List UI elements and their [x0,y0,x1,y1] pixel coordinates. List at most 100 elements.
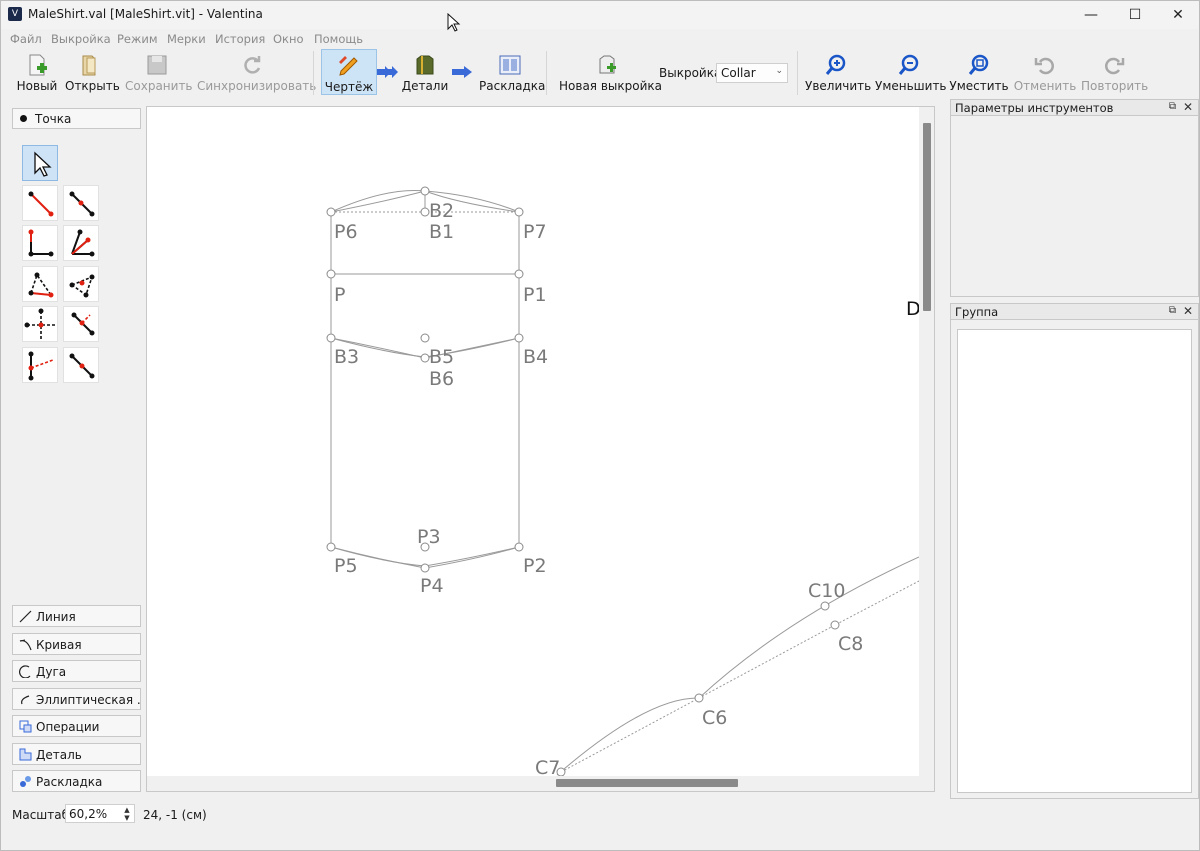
normal-tool[interactable] [22,225,58,261]
point-b1-marker[interactable] [420,207,430,217]
toolbar-separator [313,51,314,95]
menu-help[interactable]: Помощь [314,32,363,46]
point-label-p2[interactable]: P2 [523,555,547,577]
pattern-select[interactable]: Collar ⌄ [716,63,788,83]
line-intersect-axis-tool[interactable] [22,347,58,383]
horizontal-scroll-thumb[interactable] [556,779,738,787]
float-dock-icon[interactable]: ⧉ [1169,101,1176,112]
undo-button[interactable]: Отменить [1013,49,1077,95]
point-label-c7[interactable]: C7 [535,757,560,776]
curve-c7-c10[interactable] [556,556,919,776]
height-tool[interactable] [63,306,99,342]
arc-tools-button[interactable]: Дуга [12,660,141,682]
point-p6-marker[interactable] [326,207,336,217]
point-p1-marker[interactable] [514,269,524,279]
point-label-d[interactable]: D [906,298,919,320]
point-label-b5[interactable]: B5 [429,346,454,368]
layout-gears-icon [20,776,31,787]
menu-window[interactable]: Окно [273,32,304,46]
menu-measurements[interactable]: Мерки [167,32,206,46]
point-p5-marker[interactable] [326,542,336,552]
draw-mode-button[interactable]: Чертёж [321,49,377,95]
point-label-p6[interactable]: P6 [334,221,358,243]
point-b2-marker[interactable] [420,186,430,196]
open-label: Открыть [65,79,120,93]
line-intersect-tool[interactable] [63,347,99,383]
shoulder-point-tool[interactable] [22,266,58,302]
point-label-b6[interactable]: B6 [429,368,454,390]
endline-tool[interactable] [22,185,58,221]
arrow-tool[interactable] [22,145,58,181]
point-b4-marker[interactable] [514,333,524,343]
point-label-p1[interactable]: P1 [523,284,547,306]
pattern-drawing[interactable]: B2 B1 P6 P7 P P1 B3 B5 B6 B4 P3 P5 P4 P2… [147,107,919,776]
triangle-tool[interactable] [63,266,99,302]
close-dock-icon[interactable]: ✕ [1183,100,1193,114]
menu-mode[interactable]: Режим [117,32,158,46]
close-button[interactable]: ✕ [1156,1,1200,29]
zoom-spinbox[interactable]: 60,2% ▲ ▼ [65,804,135,823]
point-c6-marker[interactable] [694,693,704,703]
zoom-out-button[interactable]: Уменьшить [875,49,947,95]
detail-tools-button[interactable]: Деталь [12,743,141,765]
new-button[interactable]: Новый [15,49,59,95]
point-tools-header[interactable]: Точка [12,108,141,129]
menu-file[interactable]: Файл [10,32,42,46]
layout-tools-button[interactable]: Раскладка [12,770,141,792]
point-c10-marker[interactable] [820,601,830,611]
point-label-b3[interactable]: B3 [334,346,359,368]
redo-button[interactable]: Повторить [1081,49,1148,95]
line-icon [19,610,32,623]
fit-button[interactable]: Уместить [949,49,1009,95]
curve-tools-button[interactable]: Кривая [12,633,141,655]
save-button[interactable]: Сохранить [125,49,193,95]
operations-tools-button[interactable]: Операции [12,715,141,737]
point-label-c8[interactable]: C8 [838,633,863,655]
spin-down-icon[interactable]: ▼ [122,814,132,822]
spin-up-icon[interactable]: ▲ [122,806,132,814]
menu-pattern[interactable]: Выкройка [51,32,111,46]
open-button[interactable]: Открыть [65,49,120,95]
sync-button[interactable]: Синхронизировать [197,49,316,95]
bisector-tool[interactable] [63,225,99,261]
along-line-tool[interactable] [63,185,99,221]
point-p2-marker[interactable] [514,542,524,552]
point-label-b1[interactable]: B1 [429,221,454,243]
point-b3-marker[interactable] [326,333,336,343]
point-b5-marker[interactable] [420,333,430,343]
valentina-app-icon: V [8,7,22,21]
draw-mode-label: Чертёж [324,80,374,94]
point-label-p3[interactable]: P3 [417,526,441,548]
drawing-canvas[interactable]: B2 B1 P6 P7 P P1 B3 B5 B6 B4 P3 P5 P4 P2… [146,106,935,792]
horizontal-scrollbar[interactable] [147,776,934,791]
point-label-b4[interactable]: B4 [523,346,548,368]
point-label-c6[interactable]: C6 [702,707,727,729]
layout-mode-button[interactable]: Раскладка [479,49,545,95]
maximize-button[interactable]: ☐ [1113,1,1157,29]
point-label-p4[interactable]: P4 [420,575,444,597]
point-b6-marker[interactable] [420,353,430,363]
float-dock-icon[interactable]: ⧉ [1169,305,1176,316]
zoom-in-button[interactable]: Увеличить [805,49,871,95]
point-label-p7[interactable]: P7 [523,221,547,243]
new-pattern-piece-button[interactable]: Новая выкройка [559,49,662,95]
point-label-b2[interactable]: B2 [429,200,454,222]
elliptical-arc-tools-button[interactable]: Эллиптическая ... [12,688,141,710]
point-p-marker[interactable] [326,269,336,279]
point-p4-marker[interactable] [420,563,430,573]
close-dock-icon[interactable]: ✕ [1183,304,1193,318]
group-list[interactable] [957,329,1192,793]
arc-icon [19,665,31,678]
point-label-p[interactable]: P [334,284,345,306]
menu-history[interactable]: История [215,32,265,46]
minimize-button[interactable]: — [1069,1,1113,29]
point-label-p5[interactable]: P5 [334,555,358,577]
point-p7-marker[interactable] [514,207,524,217]
vertical-scroll-thumb[interactable] [923,123,931,311]
point-c8-marker[interactable] [830,620,840,630]
point-label-c10[interactable]: C10 [808,580,845,602]
line-c7-c8[interactable] [560,580,919,773]
point-of-contact-tool[interactable] [22,306,58,342]
details-mode-button[interactable]: Детали [401,49,449,95]
line-tools-button[interactable]: Линия [12,605,141,627]
